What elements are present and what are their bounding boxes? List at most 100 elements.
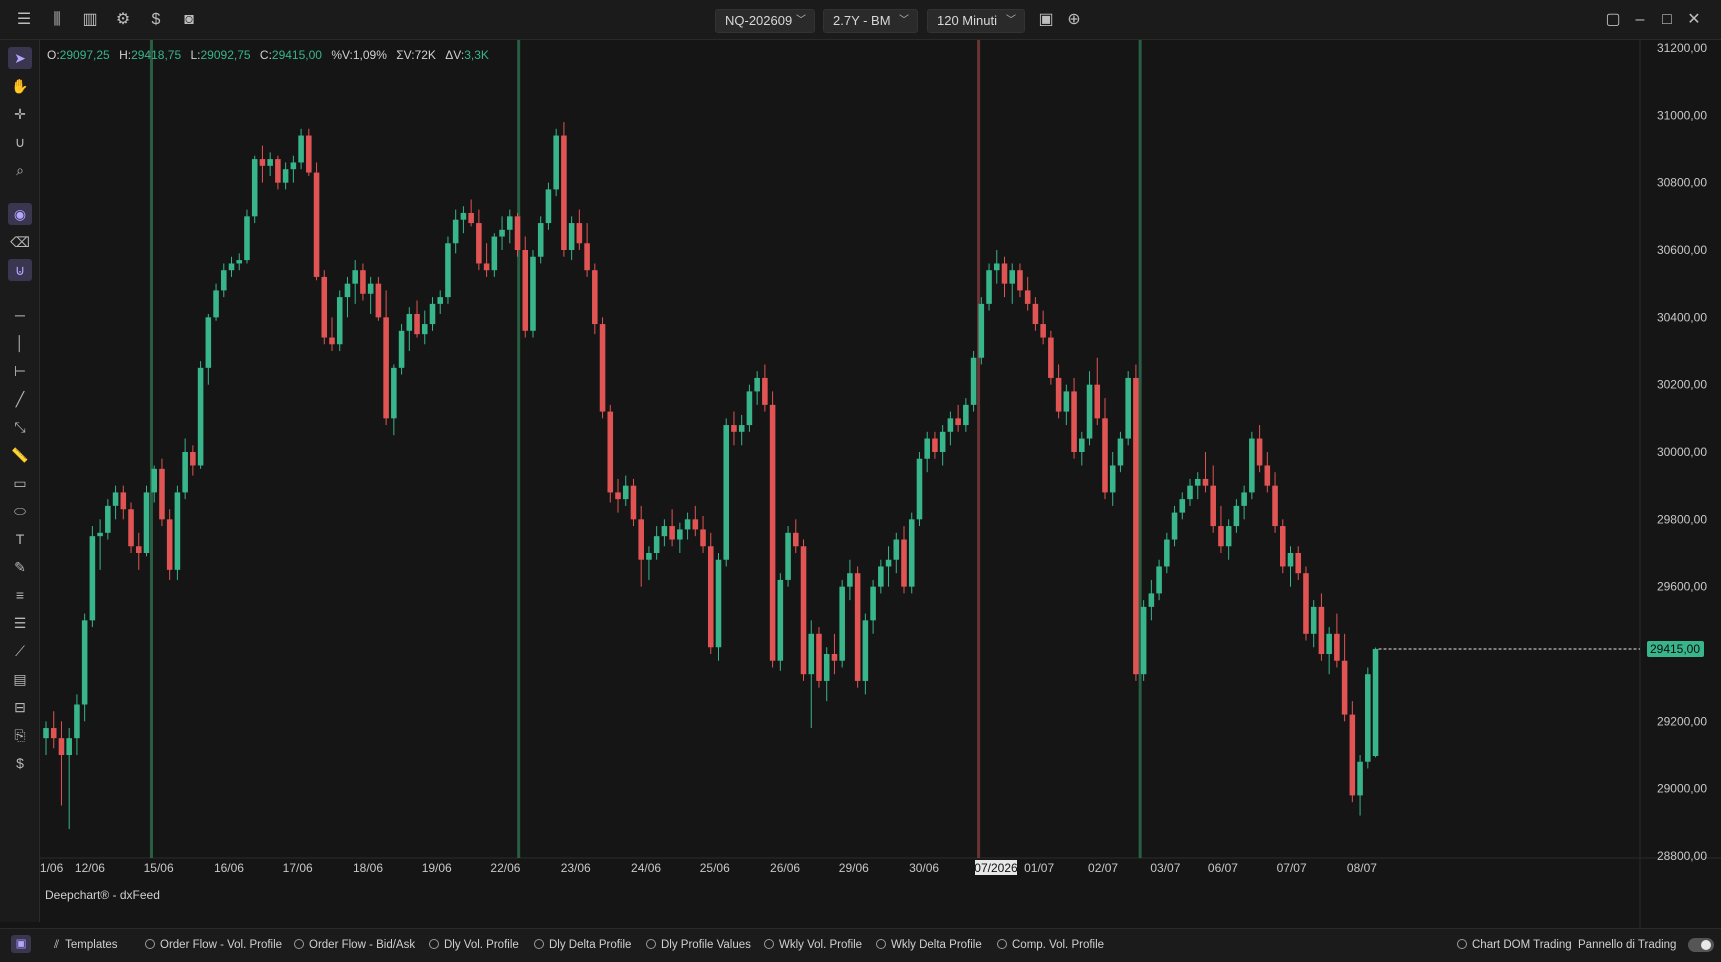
order-tool-icon[interactable]: ⎘	[8, 724, 32, 746]
candle-body[interactable]	[746, 391, 753, 426]
candle-body[interactable]	[50, 728, 57, 739]
candle-body[interactable]	[1318, 606, 1325, 654]
candle-body[interactable]	[329, 337, 335, 345]
candle-body[interactable]	[1233, 505, 1240, 527]
candle-body[interactable]	[561, 135, 567, 250]
candle-body[interactable]	[460, 212, 467, 220]
candle-body[interactable]	[236, 260, 243, 264]
candle-body[interactable]	[723, 425, 730, 560]
candle-body[interactable]	[669, 526, 675, 540]
candle-body[interactable]	[684, 519, 691, 530]
templates-button[interactable]: ⫽ Templates	[54, 939, 118, 952]
candle-body[interactable]	[993, 263, 1000, 271]
candle-body[interactable]	[336, 297, 343, 345]
candle-body[interactable]	[421, 324, 428, 335]
strategy-tool-icon[interactable]: $	[8, 752, 32, 774]
candle-body[interactable]	[823, 654, 830, 681]
candle-body[interactable]	[1225, 526, 1232, 547]
candle-body[interactable]	[607, 411, 614, 493]
candle-body[interactable]	[1303, 573, 1309, 634]
candle-body[interactable]	[793, 532, 799, 547]
candle-body[interactable]	[568, 223, 575, 250]
candle-body[interactable]	[1202, 478, 1209, 486]
candle-body[interactable]	[1179, 499, 1186, 513]
candle-body[interactable]	[143, 492, 150, 553]
candle-body[interactable]	[367, 283, 374, 294]
candle-body[interactable]	[89, 536, 96, 621]
candle-body[interactable]	[398, 330, 405, 368]
candle-body[interactable]	[452, 219, 459, 244]
candle-body[interactable]	[545, 189, 552, 224]
candle-body[interactable]	[831, 654, 838, 661]
candle-body[interactable]	[1133, 377, 1139, 675]
candle-body[interactable]	[870, 586, 876, 621]
candle-body[interactable]	[267, 159, 273, 166]
template-option[interactable]: Order Flow - Vol. Profile	[145, 939, 282, 951]
candle-body[interactable]	[1017, 270, 1023, 291]
candle-body[interactable]	[1063, 391, 1070, 412]
candle-body[interactable]	[383, 317, 389, 419]
candle-body[interactable]	[159, 468, 165, 520]
candle-body[interactable]	[507, 216, 513, 230]
candle-body[interactable]	[1187, 485, 1193, 500]
candle-body[interactable]	[1264, 465, 1271, 486]
template-option[interactable]: Comp. Vol. Profile	[997, 939, 1104, 951]
candle-body[interactable]	[1117, 438, 1124, 466]
candle-body[interactable]	[43, 728, 49, 739]
candle-body[interactable]	[1334, 633, 1340, 661]
candle-body[interactable]	[537, 223, 544, 257]
candle-body[interactable]	[1241, 492, 1247, 506]
template-option[interactable]: Wkly Vol. Profile	[764, 939, 862, 951]
candle-body[interactable]	[375, 283, 382, 318]
candle-body[interactable]	[1256, 438, 1263, 466]
candle-body[interactable]	[847, 573, 853, 587]
cursor-arrow-icon[interactable]: ➤	[8, 47, 32, 69]
candle-body[interactable]	[514, 216, 521, 250]
candle-body[interactable]	[81, 620, 88, 705]
candlestick-chart[interactable]: 31200,00 31000,00 30800,00 30600,00 30400,00…	[40, 40, 1721, 928]
candle-body[interactable]	[414, 313, 420, 335]
candle-body[interactable]	[1102, 418, 1108, 493]
range-tool-icon[interactable]: ⊟	[8, 696, 32, 718]
candle-body[interactable]	[638, 519, 644, 560]
candle-body[interactable]	[213, 290, 219, 318]
timeframe-dropdown[interactable]: 120 Minuti ﹀	[927, 9, 1025, 33]
candle-body[interactable]	[1086, 384, 1093, 439]
menu-icon[interactable]: ☰	[14, 10, 34, 30]
candle-body[interactable]	[1156, 566, 1162, 594]
candle-body[interactable]	[1140, 606, 1147, 675]
candle-body[interactable]	[653, 536, 660, 553]
ruler-icon[interactable]: 📏	[8, 444, 32, 466]
candle-body[interactable]	[808, 633, 815, 675]
candle-body[interactable]	[592, 270, 598, 325]
candle-body[interactable]	[916, 458, 923, 520]
candle-body[interactable]	[700, 529, 706, 547]
trend-line-icon[interactable]: ╱	[8, 388, 32, 410]
gann-icon[interactable]: ⟋	[8, 640, 32, 662]
candle-body[interactable]	[491, 236, 498, 271]
candle-body[interactable]	[1326, 633, 1332, 654]
candle-body[interactable]	[483, 263, 490, 271]
candle-body[interactable]	[97, 532, 103, 537]
template-option[interactable]: Dly Vol. Profile	[429, 939, 519, 951]
candle-body[interactable]	[344, 283, 351, 298]
candle-body[interactable]	[986, 270, 992, 304]
candle-body[interactable]	[275, 159, 281, 183]
pencil-icon[interactable]: ✎	[8, 556, 32, 578]
horizontal-line-icon[interactable]: ─	[8, 304, 32, 326]
camera-icon[interactable]: ◙	[179, 10, 199, 30]
candle-body[interactable]	[66, 738, 72, 755]
template-option[interactable]: Order Flow - Bid/Ask	[294, 939, 415, 951]
candle-body[interactable]	[1272, 485, 1278, 527]
candle-body[interactable]	[174, 492, 181, 570]
candle-body[interactable]	[878, 566, 884, 587]
horizontal-ray-icon[interactable]: ⊢	[8, 360, 32, 382]
candle-body[interactable]	[190, 452, 196, 466]
candle-body[interactable]	[630, 485, 637, 520]
candle-body[interactable]	[221, 270, 227, 291]
magnet-icon[interactable]: ∪	[8, 131, 32, 153]
candle-body[interactable]	[978, 303, 985, 358]
crosshair-icon[interactable]: ✛	[8, 103, 32, 125]
candle-body[interactable]	[599, 324, 606, 412]
path-icon[interactable]: ⤡	[8, 416, 32, 438]
